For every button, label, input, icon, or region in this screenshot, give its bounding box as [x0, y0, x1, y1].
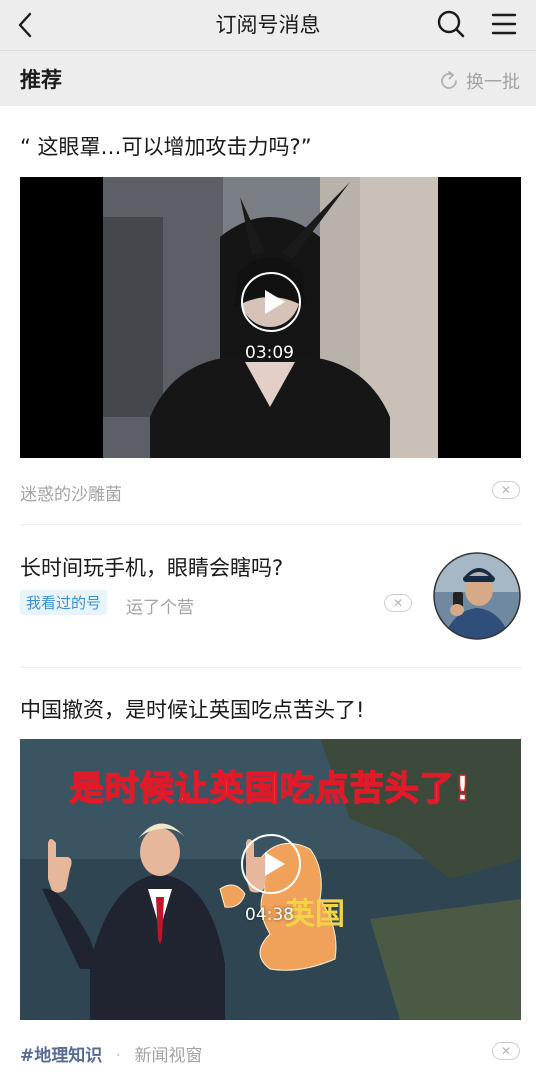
article-title[interactable]: 中国撤资，是时候让英国吃点苦头了!	[20, 694, 364, 724]
video-duration: 03:09	[245, 343, 294, 363]
video-thumbnail[interactable]: 是时候让英国吃点苦头了! 英国 04:38	[20, 739, 521, 1020]
thumbnail-caption: 是时候让英国吃点苦头了!	[69, 768, 472, 810]
section-label: 推荐	[20, 68, 62, 92]
topic-tag[interactable]: #地理知识	[20, 1046, 102, 1066]
refresh-label: 换一批	[466, 72, 520, 93]
viewed-account-tag: 我看过的号	[20, 590, 108, 615]
video-thumbnail[interactable]: 03:09	[20, 177, 521, 458]
article-thumbnail-avatar[interactable]	[433, 552, 521, 640]
search-icon[interactable]	[436, 9, 466, 39]
map-label: 英国	[285, 897, 345, 932]
dismiss-button[interactable]: ✕	[492, 1042, 520, 1060]
divider	[20, 524, 521, 525]
article-title[interactable]: “ 这眼罩…可以增加攻击力吗?”	[20, 131, 312, 161]
play-button[interactable]	[241, 272, 301, 332]
refresh-icon	[441, 71, 457, 89]
recommend-section-header: 推荐 换一批	[0, 51, 536, 106]
refresh-button[interactable]: 换一批	[438, 68, 520, 94]
menu-icon[interactable]	[490, 10, 518, 38]
separator-dot: ·	[115, 1046, 122, 1066]
article-source[interactable]: 运了个营	[126, 593, 194, 618]
dismiss-button[interactable]: ✕	[384, 594, 412, 612]
top-nav-bar: 订阅号消息	[0, 0, 536, 51]
article-source[interactable]: 新闻视窗	[134, 1046, 202, 1066]
video-duration: 04:38	[245, 905, 294, 925]
play-button[interactable]	[241, 834, 301, 894]
dismiss-button[interactable]: ✕	[492, 481, 520, 499]
article-source[interactable]: 迷惑的沙雕菌	[20, 480, 122, 505]
divider	[20, 667, 521, 668]
article-title[interactable]: 长时间玩手机，眼睛会瞎吗?	[20, 552, 283, 582]
article-footer: #地理知识 · 新闻视窗	[20, 1041, 202, 1066]
